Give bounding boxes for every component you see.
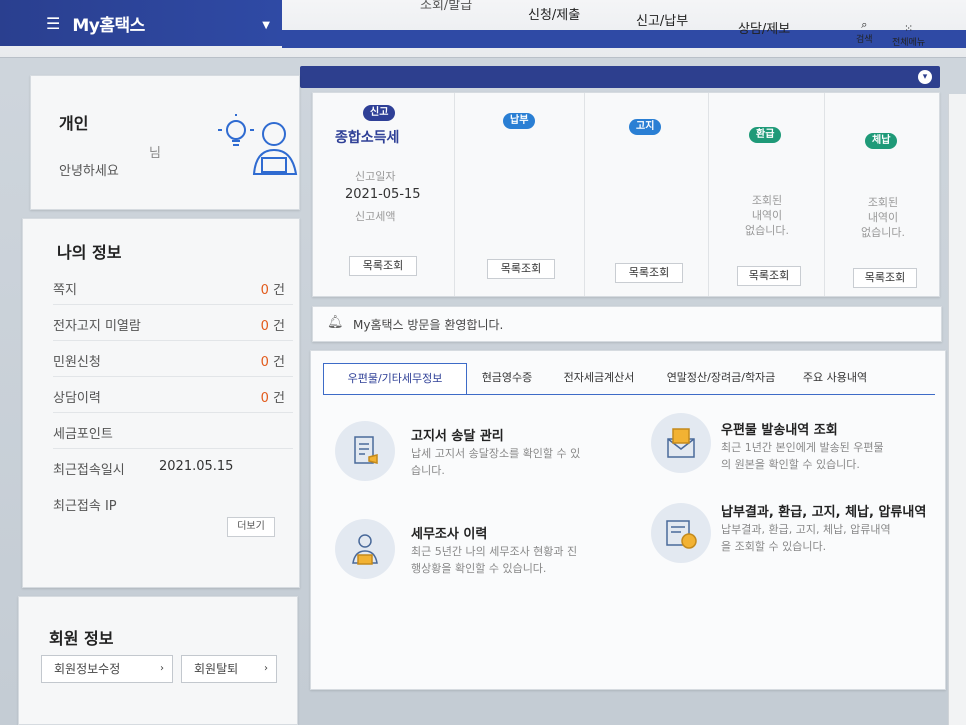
tab-mail-tax-info[interactable]: 우편물/기타세무정보 (323, 363, 467, 395)
refund-list-button[interactable]: 목록조회 (737, 266, 801, 286)
brand-title[interactable]: My홈택스 (72, 11, 145, 36)
notice-list-button[interactable]: 목록조회 (615, 263, 683, 283)
status-header-bar: ▾ (300, 66, 940, 88)
my-info-title: 나의 정보 (57, 243, 122, 262)
withdraw-button[interactable]: 회원탈퇴 › (181, 655, 277, 683)
status-badge: 체납 (865, 133, 898, 149)
withdraw-label: 회원탈퇴 (194, 662, 239, 676)
info-label: 최근접속 IP (53, 499, 117, 514)
nav-item-consult[interactable]: 상담/제보 (738, 18, 790, 37)
report-date-label: 신고일자 (355, 170, 396, 183)
service-desc: 납세 고지서 송달장소를 확인할 수 있 습니다. (411, 447, 581, 477)
document-icon (335, 421, 395, 481)
info-label: 상담이력 (53, 391, 101, 406)
tax-status-panel: 신고 종합소득세 신고일자 2021-05-15 신고세액 목록조회 납부 목록… (312, 92, 940, 297)
arrears-list-button[interactable]: 목록조회 (853, 268, 917, 288)
right-side-strip (948, 94, 966, 725)
all-menu-button[interactable]: ⁙ 전체메뉴 (892, 22, 925, 48)
status-report: 신고 종합소득세 신고일자 2021-05-15 신고세액 목록조회 (313, 93, 455, 296)
report-amount-label: 신고세액 (355, 210, 396, 223)
welcome-notice-bar: 🔔︎ My홈택스 방문을 환영합니다. (312, 306, 942, 342)
info-row-tax-points[interactable]: 세금포인트 (53, 413, 293, 449)
edit-member-label: 회원정보수정 (54, 662, 121, 676)
more-button[interactable]: 더보기 (227, 517, 275, 537)
last-login-value: 2021.05.15 (159, 459, 234, 474)
report-date: 2021-05-15 (345, 187, 421, 202)
user-with-bulb-icon (218, 114, 298, 175)
report-list-button[interactable]: 목록조회 (349, 256, 417, 276)
chevron-right-icon: › (160, 663, 164, 674)
welcome-text: My홈택스 방문을 환영합니다. (353, 318, 504, 332)
info-row-messages[interactable]: 쪽지 0 건 (53, 269, 293, 305)
info-row-last-ip: 최근접속 IP (53, 485, 293, 521)
bell-icon: 🔔︎ (327, 315, 344, 330)
brand-bar[interactable]: ☰ My홈택스 ▼ (0, 0, 282, 46)
top-navigation: ☰ My홈택스 ▼ 조회/발급 신청/제출 신고/납부 상담/제보 ⌕ 검색 ⁙… (0, 0, 966, 58)
refund-empty-message: 조회된 내역이 없습니다. (745, 194, 789, 237)
arrears-empty-message: 조회된 내역이 없습니다. (861, 196, 905, 239)
search-button[interactable]: ⌕ 검색 (856, 18, 873, 45)
user-name-suffix: 님 (149, 146, 161, 161)
status-badge: 신고 (363, 105, 396, 121)
info-row-consult-history[interactable]: 상담이력 0 건 (53, 377, 293, 413)
report-title: 종합소득세 (335, 130, 400, 146)
status-payment: 납부 목록조회 (455, 93, 585, 296)
service-title-payment-results[interactable]: 납부결과, 환급, 고지, 체납, 압류내역 (721, 501, 926, 520)
info-label: 민원신청 (53, 355, 101, 370)
info-count: 0 건 (260, 391, 285, 406)
service-title-notice-delivery[interactable]: 고지서 송달 관리 (411, 425, 504, 444)
service-title-audit-history[interactable]: 세무조사 이력 (411, 523, 487, 542)
tab-e-tax-invoice[interactable]: 전자세금계산서 (549, 363, 649, 395)
user-greeting: 안녕하세요 (59, 164, 119, 179)
member-info-panel: 회원 정보 회원정보수정 › 회원탈퇴 › (18, 596, 298, 725)
status-badge: 납부 (503, 113, 536, 129)
member-info-title: 회원 정보 (49, 629, 114, 648)
info-row-petition[interactable]: 민원신청 0 건 (53, 341, 293, 377)
status-arrears: 체납 조회된 내역이 없습니다. 목록조회 (825, 93, 941, 296)
hamburger-menu-icon[interactable]: ☰ (46, 14, 60, 33)
info-row-e-notice[interactable]: 전자고지 미열람 0 건 (53, 305, 293, 341)
user-greeting-panel: 개인 님 안녕하세요 (30, 75, 300, 210)
grid-icon: ⁙ (903, 22, 914, 35)
nav-item-partial[interactable]: 조회/발급 (420, 0, 472, 13)
search-label: 검색 (856, 35, 873, 45)
info-count: 0 건 (260, 283, 285, 298)
edit-member-button[interactable]: 회원정보수정 › (41, 655, 173, 683)
search-icon: ⌕ (861, 18, 868, 31)
status-badge: 환급 (749, 127, 782, 143)
envelope-icon (651, 413, 711, 473)
nav-item-apply[interactable]: 신청/제출 (528, 4, 580, 23)
service-desc: 최근 5년간 나의 세무조사 현황과 진 행상황을 확인할 수 있습니다. (411, 545, 578, 575)
info-label: 최근접속일시 (53, 463, 125, 478)
info-count: 0 건 (260, 319, 285, 334)
service-tabs-panel: 우편물/기타세무정보 현금영수증 전자세금계산서 연말정산/장려금/학자금 주요… (310, 350, 946, 690)
info-count: 0 건 (260, 355, 285, 370)
payment-list-button[interactable]: 목록조회 (487, 259, 555, 279)
my-info-panel: 나의 정보 쪽지 0 건 전자고지 미열람 0 건 민원신청 0 건 상담이력 … (22, 218, 300, 588)
chevron-right-icon: › (264, 663, 268, 674)
tab-underline (323, 394, 935, 395)
status-notice: 고지 목록조회 (585, 93, 709, 296)
info-row-last-login: 최근접속일시 2021.05.15 (53, 449, 293, 485)
tab-usage-history[interactable]: 주요 사용내역 (793, 363, 877, 395)
all-menu-label: 전체메뉴 (892, 38, 926, 48)
audit-person-icon (335, 519, 395, 579)
nav-item-report-pay[interactable]: 신고/납부 (636, 10, 688, 29)
service-title-mail-history[interactable]: 우편물 발송내역 조회 (721, 419, 838, 438)
chevron-down-icon[interactable]: ▾ (918, 70, 932, 84)
status-badge: 고지 (629, 119, 662, 135)
chevron-down-icon[interactable]: ▼ (262, 20, 270, 31)
info-label: 세금포인트 (53, 427, 113, 442)
tab-year-end-settlement[interactable]: 연말정산/장려금/학자금 (655, 363, 787, 395)
tab-cash-receipt[interactable]: 현금영수증 (471, 363, 543, 395)
service-desc: 최근 1년간 본인에게 발송된 우편물 의 원본을 확인할 수 있습니다. (721, 441, 884, 471)
info-label: 전자고지 미열람 (53, 319, 141, 334)
user-type-title: 개인 (59, 114, 89, 133)
payment-results-icon (651, 503, 711, 563)
service-desc: 납부결과, 환급, 고지, 체납, 압류내역 을 조회할 수 있습니다. (721, 523, 891, 553)
status-refund: 환급 조회된 내역이 없습니다. 목록조회 (709, 93, 825, 296)
info-label: 쪽지 (53, 283, 77, 298)
